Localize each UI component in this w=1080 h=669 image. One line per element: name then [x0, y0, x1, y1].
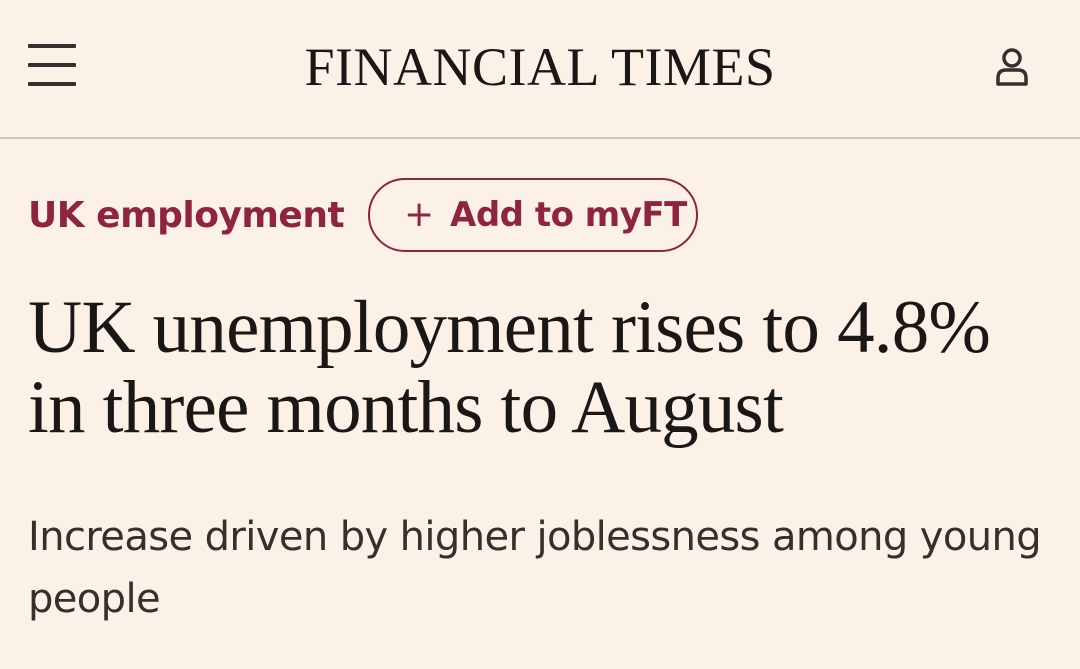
topic-link[interactable]: UK employment — [28, 192, 345, 240]
article-standfirst: Increase driven by higher joblessness am… — [28, 514, 1042, 622]
plus-icon: + — [404, 194, 435, 235]
add-to-myft-button[interactable]: + Add to myFT — [368, 178, 698, 252]
site-header: FINANCIAL TIMES — [0, 0, 1080, 139]
add-to-myft-label: Add to myFT — [450, 195, 687, 235]
user-icon-graphic — [996, 48, 1028, 86]
site-masthead[interactable]: FINANCIAL TIMES — [0, 36, 1080, 98]
article-headline: UK unemployment rises to 4.8% in three m… — [28, 286, 991, 449]
user-account-icon[interactable] — [992, 46, 1032, 88]
